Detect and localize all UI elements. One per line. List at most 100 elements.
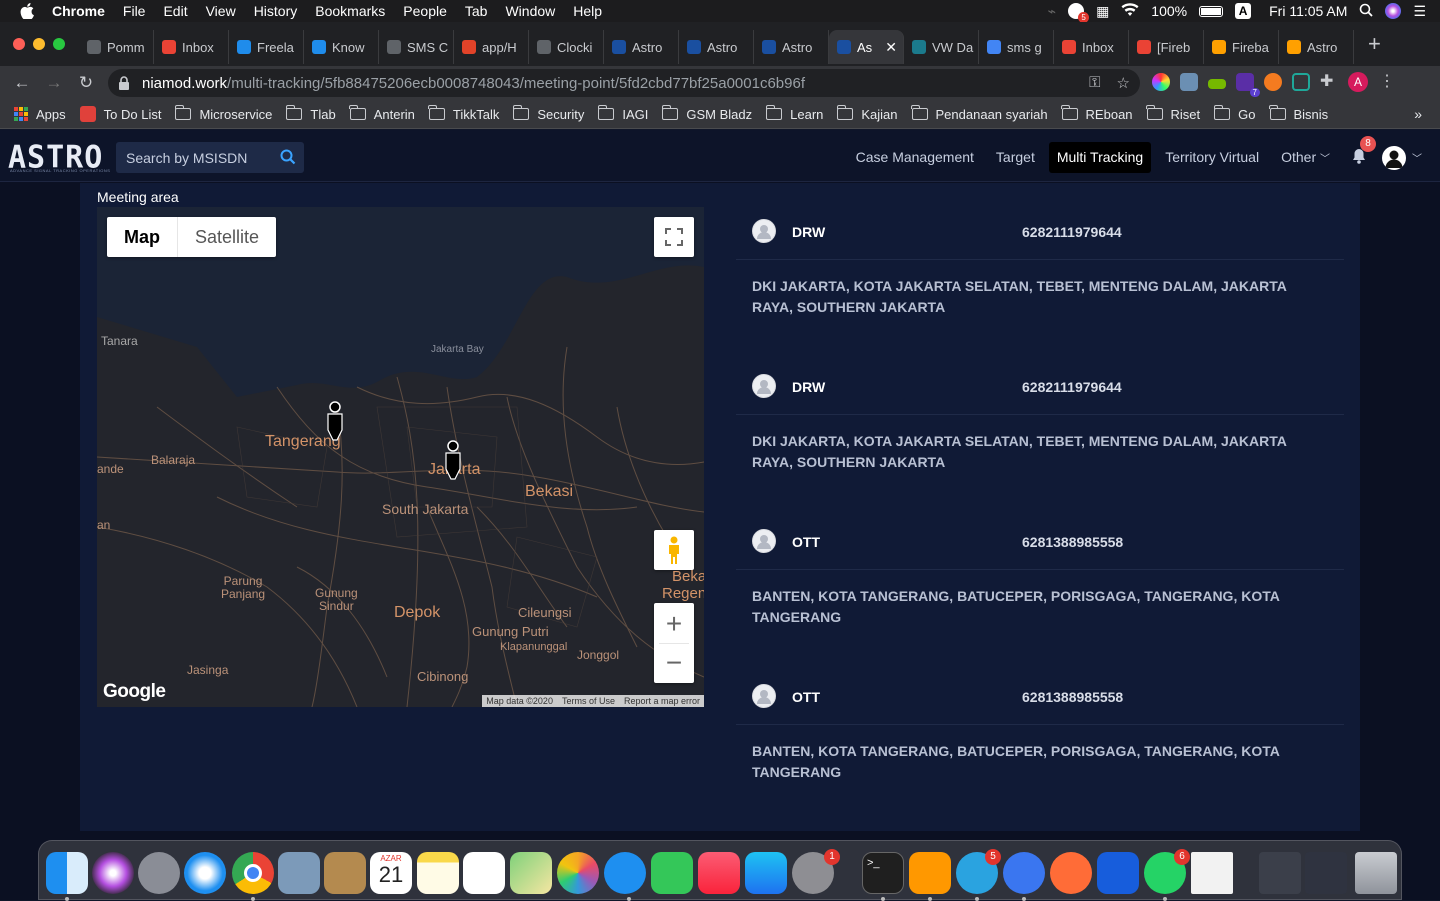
blank-document-icon[interactable]: [1191, 852, 1233, 894]
browser-tab[interactable]: SMS C: [379, 30, 454, 64]
user-avatar[interactable]: [1382, 145, 1406, 170]
map-marker-tangerang[interactable]: [325, 400, 345, 444]
downloads-stack-icon[interactable]: [1259, 852, 1301, 894]
close-tab-icon[interactable]: ✕: [885, 39, 897, 56]
nvidia-ext-icon[interactable]: [1208, 79, 1226, 89]
menu-people[interactable]: People: [403, 3, 447, 19]
list-item[interactable]: DRW 6282111979644: [736, 183, 1344, 260]
music-icon[interactable]: [698, 852, 740, 894]
notifications-button[interactable]: 8: [1352, 136, 1376, 167]
lock-icon[interactable]: [118, 76, 130, 90]
nav-multi-tracking[interactable]: Multi Tracking: [1048, 142, 1152, 173]
browser-tab[interactable]: sms g: [979, 30, 1054, 64]
control-center-icon[interactable]: ☰: [1413, 3, 1426, 20]
zoom-window-button[interactable]: [53, 38, 65, 50]
list-item[interactable]: DRW 6282111979644: [736, 338, 1344, 415]
search-icon[interactable]: [280, 149, 296, 165]
menu-window[interactable]: Window: [505, 3, 555, 19]
notification-app-icon[interactable]: 5: [1068, 3, 1090, 23]
reminders-icon[interactable]: [463, 852, 505, 894]
forward-icon[interactable]: →: [38, 73, 70, 93]
terms-of-use-link[interactable]: Terms of Use: [556, 695, 619, 707]
menu-app-name[interactable]: Chrome: [52, 3, 105, 19]
color-picker-ext-icon[interactable]: [1152, 73, 1170, 91]
reload-icon[interactable]: ↻: [70, 73, 102, 93]
trash-icon[interactable]: [1355, 852, 1397, 894]
browser-tab[interactable]: Clocki: [529, 30, 604, 64]
bookmark-folder[interactable]: REboan: [1061, 105, 1133, 122]
sublime-text-icon[interactable]: [909, 852, 951, 894]
browser-tab[interactable]: Know: [304, 30, 379, 64]
launchpad-icon[interactable]: [138, 852, 180, 894]
browser-tab[interactable]: Astro: [1279, 30, 1354, 64]
bookmark-todo[interactable]: To Do List: [79, 106, 161, 122]
wifi-icon[interactable]: [1121, 2, 1139, 20]
browser-tab[interactable]: Fireba: [1204, 30, 1279, 64]
back-icon[interactable]: ←: [6, 73, 38, 93]
spotlight-icon[interactable]: [1359, 3, 1374, 20]
minimize-window-button[interactable]: [33, 38, 45, 50]
map-type-map-button[interactable]: Map: [107, 217, 178, 257]
bookmark-folder[interactable]: Microservice: [174, 105, 272, 122]
browser-tab[interactable]: [Fireb: [1129, 30, 1204, 64]
chrome-dock-icon[interactable]: [232, 852, 274, 894]
vpn-icon[interactable]: ▦: [1096, 3, 1109, 20]
menu-view[interactable]: View: [206, 3, 236, 19]
screenshots-stack-icon[interactable]: [1305, 852, 1347, 894]
nav-territory-virtual[interactable]: Territory Virtual: [1157, 142, 1267, 173]
input-source-icon[interactable]: A: [1235, 3, 1252, 19]
facetime-icon[interactable]: [651, 852, 693, 894]
bookmark-folder[interactable]: Tlab: [285, 105, 336, 122]
signal-icon[interactable]: [1003, 852, 1045, 894]
meeting-area-map[interactable]: Map Satellite + − Tanara Jakarta Bay Tan…: [97, 207, 704, 707]
browser-tab[interactable]: Astro: [604, 30, 679, 64]
finder-icon[interactable]: [46, 852, 88, 894]
nav-case-management[interactable]: Case Management: [848, 142, 982, 173]
list-item[interactable]: OTT 6281388985558: [736, 648, 1344, 725]
notes-icon[interactable]: [417, 852, 459, 894]
list-item[interactable]: OTT 6281388985558: [736, 493, 1344, 570]
menu-bookmarks[interactable]: Bookmarks: [315, 3, 385, 19]
bookmark-folder[interactable]: IAGI: [597, 105, 648, 122]
preview-icon[interactable]: [278, 852, 320, 894]
fullscreen-button[interactable]: [654, 217, 694, 257]
bookmarks-overflow-icon[interactable]: »: [1414, 106, 1422, 122]
bookmark-folder[interactable]: Bisnis: [1269, 105, 1328, 122]
street-view-pegman[interactable]: [654, 530, 694, 570]
menu-history[interactable]: History: [254, 3, 298, 19]
browser-tab[interactable]: Astro: [754, 30, 829, 64]
profile-avatar[interactable]: A: [1348, 72, 1368, 92]
siri-icon[interactable]: [1385, 3, 1402, 19]
postman-icon[interactable]: [1050, 852, 1092, 894]
bookmark-folder[interactable]: Learn: [765, 105, 823, 122]
browser-tab[interactable]: Inbox: [1054, 30, 1129, 64]
chrome-menu-icon[interactable]: ⋮: [1378, 73, 1396, 91]
user-menu-chevron-icon[interactable]: ﹀: [1412, 150, 1422, 165]
safari-icon[interactable]: [184, 852, 226, 894]
teal-ext-icon[interactable]: [1292, 73, 1310, 91]
calendar-icon[interactable]: AZAR 21: [370, 852, 412, 894]
browser-tab[interactable]: Freela: [229, 30, 304, 64]
messages-icon[interactable]: [604, 852, 646, 894]
notefile-icon[interactable]: [324, 852, 366, 894]
nav-other[interactable]: Other ﹀: [1273, 142, 1338, 173]
clock[interactable]: Fri 11:05 AM: [1269, 3, 1347, 19]
bookmark-folder[interactable]: TikkTalk: [428, 105, 499, 122]
menu-tab[interactable]: Tab: [465, 3, 488, 19]
photos-icon[interactable]: [557, 852, 599, 894]
bookmark-folder[interactable]: Go: [1213, 105, 1256, 122]
nav-target[interactable]: Target: [988, 142, 1043, 173]
menu-file[interactable]: File: [123, 3, 146, 19]
menu-edit[interactable]: Edit: [163, 3, 187, 19]
browser-tab[interactable]: Pomm: [79, 30, 154, 64]
maps-icon[interactable]: [510, 852, 552, 894]
address-bar[interactable]: niamod.work/multi-tracking/5fb88475206ec…: [108, 69, 1140, 97]
bookmark-folder[interactable]: Riset: [1146, 105, 1200, 122]
image-ext-icon[interactable]: [1180, 73, 1198, 91]
bookmark-folder[interactable]: Security: [512, 105, 584, 122]
msisdn-search-input[interactable]: [126, 149, 276, 166]
bookmark-folder[interactable]: Anterin: [349, 105, 415, 122]
terminal-icon[interactable]: >_: [862, 852, 904, 894]
new-tab-button[interactable]: +: [1368, 31, 1381, 57]
bookmark-star-icon[interactable]: ☆: [1117, 74, 1130, 92]
